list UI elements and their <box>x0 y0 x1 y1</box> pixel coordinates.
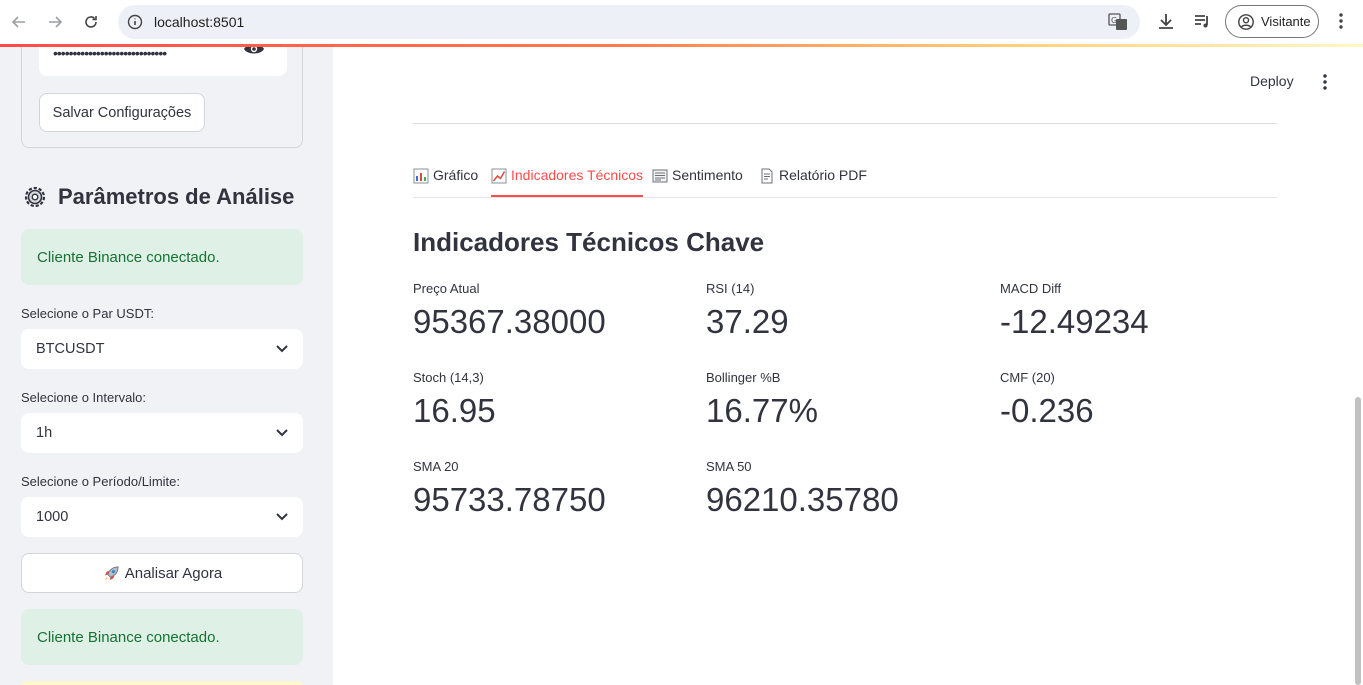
rocket-icon <box>104 565 119 580</box>
profile-button[interactable]: Visitante <box>1225 5 1319 38</box>
period-select-value: 1000 <box>36 509 69 525</box>
metric-preco-atual: Preço Atual 95367.38000 <box>413 281 693 344</box>
tab-label: Gráfico <box>433 167 479 183</box>
metric-label: Bollinger %B <box>706 370 781 385</box>
period-label: Selecione o Período/Limite: <box>21 474 180 489</box>
metric-label: MACD Diff <box>1000 281 1062 296</box>
page-title: Indicadores Técnicos Chave <box>413 227 765 257</box>
pair-select-value: BTCUSDT <box>36 341 105 357</box>
metric-value: 96210.35780 <box>706 481 899 518</box>
tab-bar: Gráfico Indicadores Técnicos Sentimento … <box>413 159 1277 198</box>
tab-label: Indicadores Técnicos <box>511 167 644 183</box>
metric-sma-50: SMA 50 96210.35780 <box>706 459 986 522</box>
metric-label: Stoch (14,3) <box>413 370 484 385</box>
newspaper-icon <box>652 169 668 183</box>
main-menu-icon[interactable] <box>1317 73 1333 91</box>
api-config-card: ••••••••••••••••••••••••••••• Salvar Con… <box>21 47 303 148</box>
section-title-text: Parâmetros de Análise <box>58 184 295 209</box>
status-alert-bottom: Cliente Binance conectado. <box>21 609 303 665</box>
metric-stoch: Stoch (14,3) 16.95 <box>413 370 693 433</box>
metric-bollinger: Bollinger %B 16.77% <box>706 370 986 433</box>
pair-label: Selecione o Par USDT: <box>21 306 154 321</box>
metric-cmf: CMF (20) -0.236 <box>1000 370 1280 433</box>
eye-icon[interactable] <box>243 47 265 57</box>
tab-label: Relatório PDF <box>779 167 867 183</box>
tab-grafico[interactable]: Gráfico <box>413 167 478 197</box>
more-vertical-icon <box>1339 13 1343 29</box>
metric-value: -12.49234 <box>1000 303 1149 340</box>
metric-rsi: RSI (14) 37.29 <box>706 281 986 344</box>
analyze-now-button[interactable]: Analisar Agora <box>21 553 303 593</box>
browser-menu-button[interactable] <box>1331 11 1351 31</box>
scrollbar[interactable] <box>1355 397 1361 685</box>
pair-select[interactable]: BTCUSDT <box>21 329 303 369</box>
forward-button[interactable] <box>43 10 67 34</box>
metric-label: SMA 50 <box>706 459 752 474</box>
reload-button[interactable] <box>79 10 103 34</box>
metric-value: 95367.38000 <box>413 303 606 340</box>
download-icon <box>1159 14 1173 29</box>
info-icon[interactable] <box>126 13 144 31</box>
back-button[interactable] <box>7 10 31 34</box>
metric-value: -0.236 <box>1000 392 1094 429</box>
metric-label: Preço Atual <box>413 281 480 296</box>
chevron-down-icon <box>276 513 288 521</box>
media-button[interactable] <box>1192 11 1212 31</box>
metric-sma-20: SMA 20 95733.78750 <box>413 459 693 522</box>
download-button[interactable] <box>1156 11 1176 31</box>
analysis-params-heading: Parâmetros de Análise <box>22 184 294 210</box>
trend-chart-icon <box>491 168 507 184</box>
analyze-button-label: Analisar Agora <box>124 564 223 582</box>
metric-macd-diff: MACD Diff -12.49234 <box>1000 281 1280 344</box>
translate-icon[interactable]: G <box>1108 13 1128 31</box>
reload-icon <box>85 16 97 28</box>
main-content: Deploy Gráfico Indicadores Técnicos Sent… <box>333 47 1363 685</box>
arrow-left-icon <box>11 16 25 28</box>
document-icon <box>761 168 773 184</box>
password-mask: ••••••••••••••••••••••••••••• <box>53 47 167 61</box>
tab-label: Sentimento <box>672 167 743 183</box>
gear-icon <box>24 186 46 208</box>
url-text: localhost:8501 <box>154 14 245 30</box>
chevron-down-icon <box>276 345 288 353</box>
warning-alert-partial <box>21 681 303 685</box>
account-icon <box>1238 13 1254 30</box>
interval-label: Selecione o Intervalo: <box>21 390 147 405</box>
metric-label: SMA 20 <box>413 459 459 474</box>
chevron-down-icon <box>276 429 288 437</box>
bar-chart-icon <box>413 168 429 184</box>
metric-label: RSI (14) <box>706 281 755 296</box>
svg-text:G: G <box>1111 16 1117 25</box>
metric-value: 16.95 <box>413 392 496 429</box>
deploy-button[interactable]: Deploy <box>1250 73 1294 89</box>
metric-value: 16.77% <box>706 392 818 429</box>
divider <box>413 123 1277 124</box>
api-secret-input[interactable]: ••••••••••••••••••••••••••••• <box>39 47 287 76</box>
profile-label: Visitante <box>1261 14 1311 29</box>
interval-select[interactable]: 1h <box>21 413 303 453</box>
address-bar[interactable]: localhost:8501 G <box>118 5 1140 39</box>
period-select[interactable]: 1000 <box>21 497 303 537</box>
interval-select-value: 1h <box>36 425 53 441</box>
tab-relatorio-pdf[interactable]: Relatório PDF <box>759 167 867 197</box>
browser-toolbar: localhost:8501 G Visitante <box>0 0 1363 44</box>
metric-value: 37.29 <box>706 303 789 340</box>
sidebar: ••••••••••••••••••••••••••••• Salvar Con… <box>0 47 333 685</box>
media-control-icon <box>1195 15 1208 28</box>
save-settings-button[interactable]: Salvar Configurações <box>39 93 205 132</box>
status-alert-top: Cliente Binance conectado. <box>21 229 303 285</box>
tab-sentimento[interactable]: Sentimento <box>652 167 743 197</box>
metric-label: CMF (20) <box>1000 370 1055 385</box>
metric-value: 95733.78750 <box>413 481 606 518</box>
arrow-right-icon <box>49 16 63 28</box>
tab-indicadores-tecnicos[interactable]: Indicadores Técnicos <box>491 167 644 197</box>
